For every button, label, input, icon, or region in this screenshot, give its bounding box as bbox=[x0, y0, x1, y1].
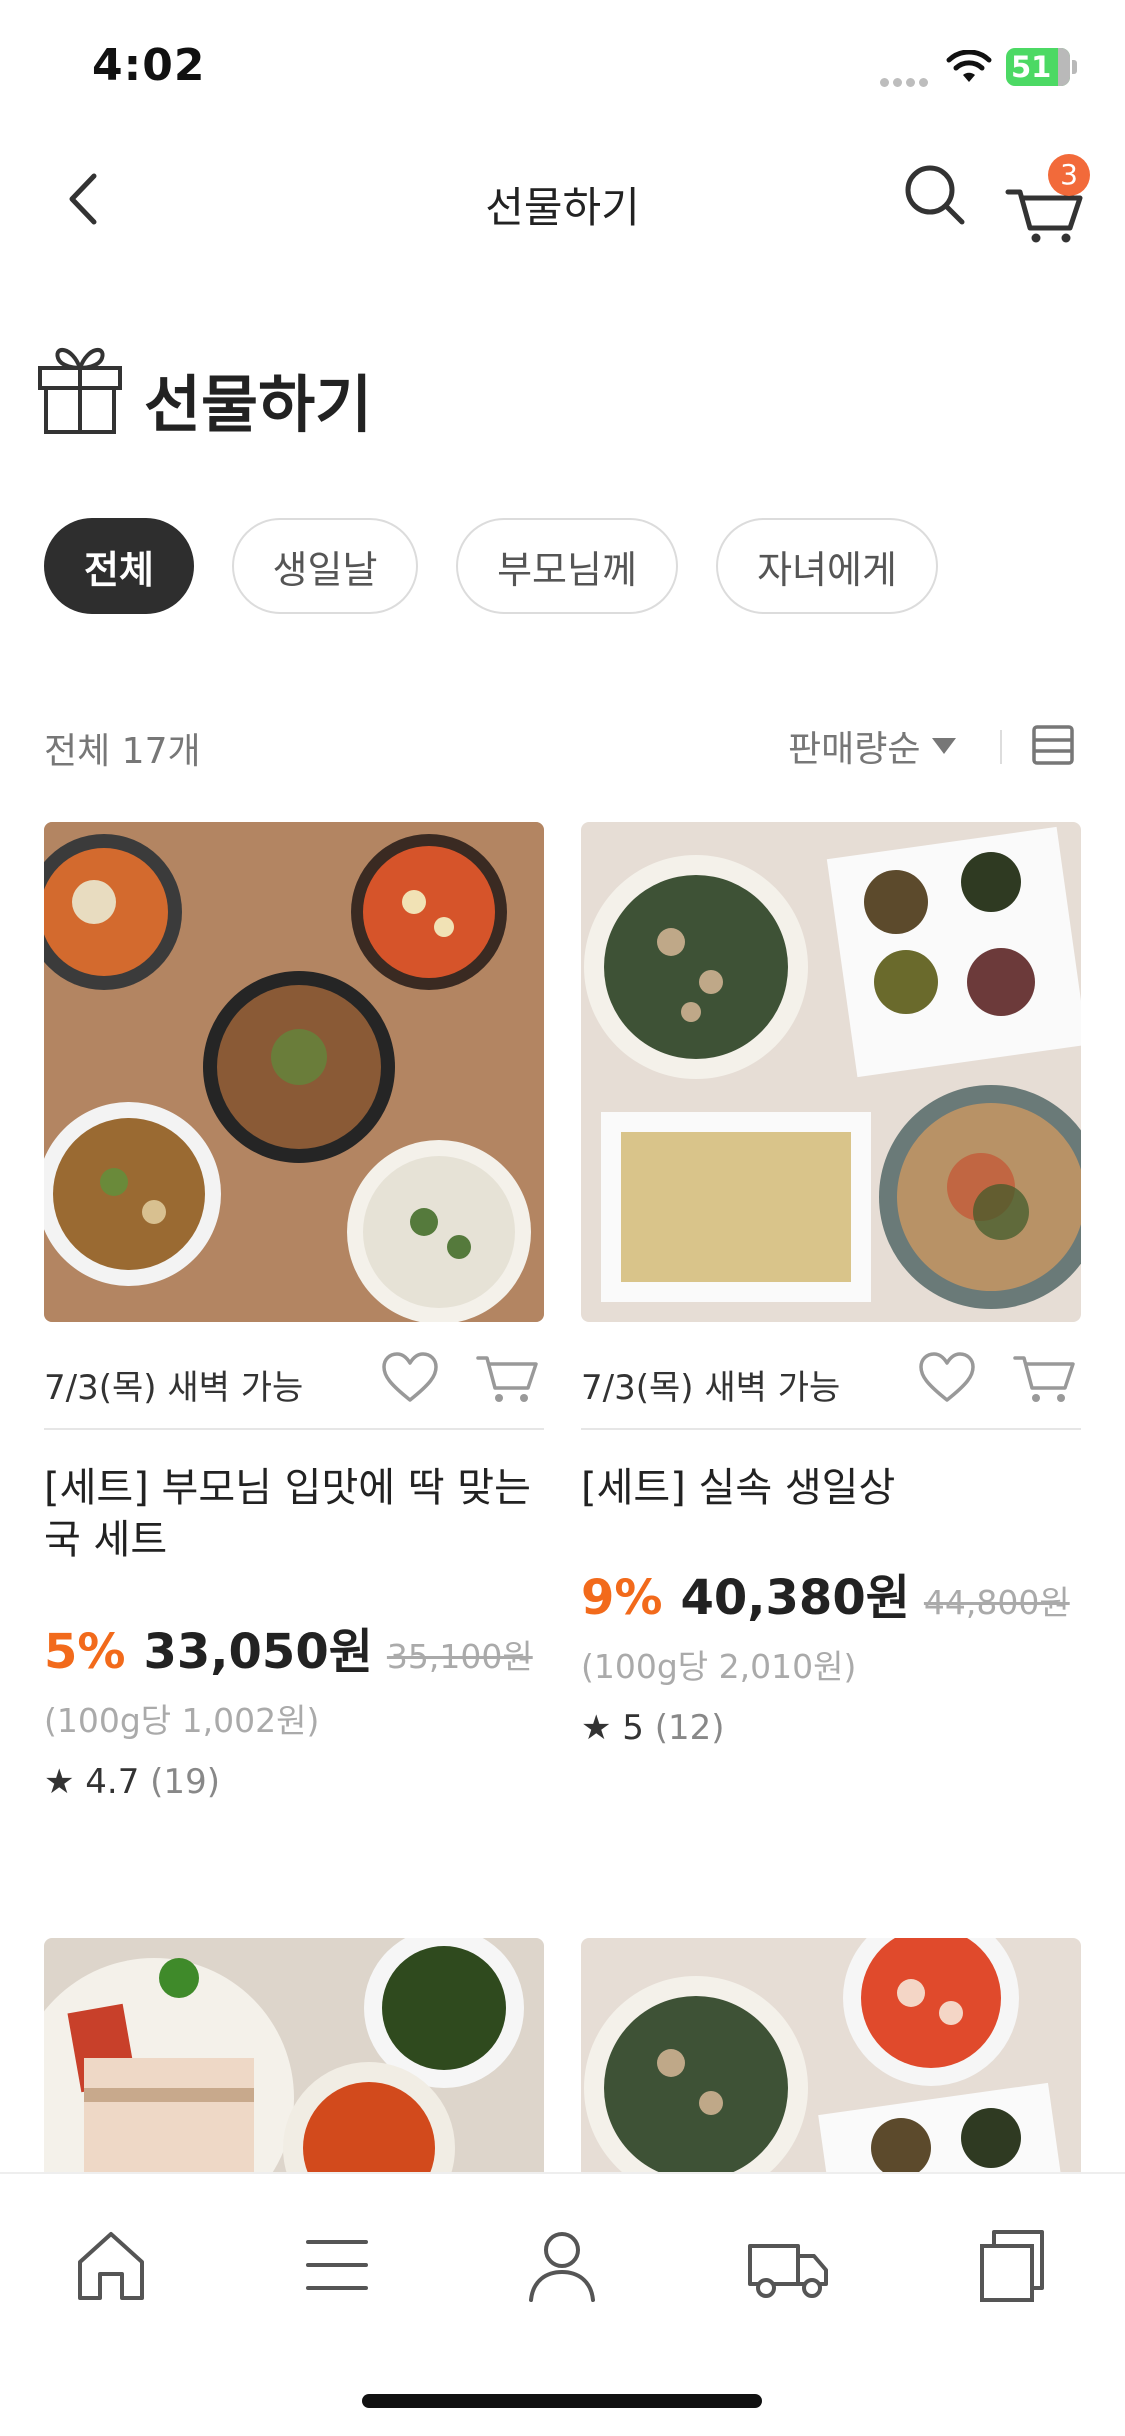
sale-price: 33,050원 bbox=[143, 1624, 373, 1680]
original-price: 44,800원 bbox=[923, 1583, 1070, 1622]
menu-icon[interactable] bbox=[292, 2220, 382, 2310]
user-icon[interactable] bbox=[517, 2220, 607, 2310]
product-name[interactable]: [세트] 실속 생일상 bbox=[581, 1462, 1081, 1514]
product-card[interactable]: 7/3(목) 새벽 가능 [세트] 부모님 입맛에 딱 맞는 국 세트 5% 33… bbox=[44, 822, 544, 1822]
delivery-info: 7/3(목) 새벽 가능 bbox=[581, 1368, 841, 1408]
price-row: 5% 33,050원 35,100원 bbox=[44, 1612, 533, 1680]
delivery-info: 7/3(목) 새벽 가능 bbox=[44, 1368, 304, 1408]
card-divider bbox=[44, 1428, 544, 1430]
list-view-icon[interactable] bbox=[1030, 722, 1076, 768]
delivery-row: 7/3(목) 새벽 가능 bbox=[581, 1342, 1081, 1412]
status-bar: 4:02 51 bbox=[0, 0, 1125, 132]
filter-chip-children[interactable]: 자녀에게 bbox=[716, 518, 938, 614]
caret-down-icon bbox=[932, 738, 957, 754]
card-divider bbox=[581, 1428, 1081, 1430]
sale-price: 40,380원 bbox=[680, 1570, 910, 1626]
cart-count-badge: 3 bbox=[1048, 154, 1090, 196]
review-count: (19) bbox=[150, 1762, 220, 1802]
product-image[interactable] bbox=[44, 822, 544, 1322]
rating-score: ★ 5 bbox=[581, 1708, 644, 1748]
battery-level: 51 bbox=[1011, 50, 1052, 84]
filter-chip-all[interactable]: 전체 bbox=[44, 518, 194, 614]
gift-icon bbox=[38, 348, 122, 434]
home-icon[interactable] bbox=[66, 2220, 156, 2310]
rating: ★ 5 (12) bbox=[581, 1708, 725, 1748]
cart-button[interactable]: 3 bbox=[1000, 154, 1090, 244]
sort-dropdown[interactable]: 판매량순 bbox=[788, 720, 957, 772]
filter-chip-birthday[interactable]: 생일날 bbox=[232, 518, 418, 614]
product-card[interactable] bbox=[581, 1938, 1081, 2174]
product-name[interactable]: [세트] 부모님 입맛에 딱 맞는 국 세트 bbox=[44, 1462, 544, 1566]
list-header: 전체 17개 판매량순 bbox=[44, 716, 1081, 776]
original-price: 35,100원 bbox=[386, 1637, 533, 1676]
home-indicator bbox=[362, 2394, 762, 2408]
product-image[interactable] bbox=[581, 822, 1081, 1322]
heart-icon[interactable] bbox=[917, 1350, 977, 1406]
copy-icon[interactable] bbox=[966, 2220, 1056, 2310]
rating-score: ★ 4.7 bbox=[44, 1762, 140, 1802]
price-row: 9% 40,380원 44,800원 bbox=[581, 1558, 1070, 1626]
product-card[interactable] bbox=[44, 1938, 544, 2174]
search-icon[interactable] bbox=[900, 160, 970, 230]
discount-rate: 5% bbox=[44, 1624, 126, 1680]
filter-chip-parents[interactable]: 부모님께 bbox=[456, 518, 678, 614]
product-card[interactable]: 7/3(목) 새벽 가능 [세트] 실속 생일상 9% 40,380원 44,800… bbox=[581, 822, 1081, 1822]
top-navigation: 선물하기 3 bbox=[0, 132, 1125, 264]
discount-rate: 9% bbox=[581, 1570, 663, 1626]
status-time: 4:02 bbox=[92, 40, 206, 91]
cart-add-icon[interactable] bbox=[1011, 1350, 1077, 1406]
cart-add-icon[interactable] bbox=[474, 1350, 540, 1406]
product-image[interactable] bbox=[581, 1938, 1081, 2174]
truck-icon[interactable] bbox=[742, 2220, 832, 2310]
sort-label: 판매량순 bbox=[788, 729, 921, 770]
rating: ★ 4.7 (19) bbox=[44, 1762, 220, 1802]
review-count: (12) bbox=[654, 1708, 725, 1748]
cellular-signal-icon bbox=[880, 72, 934, 87]
delivery-row: 7/3(목) 새벽 가능 bbox=[44, 1342, 544, 1412]
divider bbox=[1000, 730, 1002, 764]
battery-indicator: 51 bbox=[1006, 48, 1078, 86]
unit-price: (100g당 1,002원) bbox=[44, 1701, 320, 1740]
page-title: 선물하기 bbox=[144, 368, 373, 441]
wifi-icon bbox=[946, 50, 992, 82]
unit-price: (100g당 2,010원) bbox=[581, 1647, 857, 1686]
product-image[interactable] bbox=[44, 1938, 544, 2174]
product-count: 전체 17개 bbox=[44, 731, 201, 772]
heart-icon[interactable] bbox=[380, 1350, 440, 1406]
